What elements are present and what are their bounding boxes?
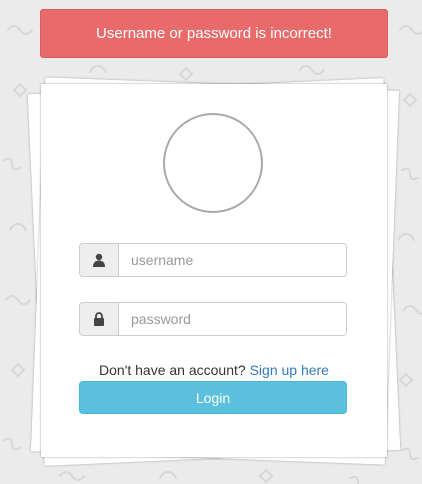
avatar-placeholder — [163, 113, 263, 213]
error-alert-message: Username or password is incorrect! — [96, 25, 332, 42]
signup-link[interactable]: Sign up here — [250, 362, 329, 378]
password-input-group — [79, 302, 347, 336]
signup-prompt-text: Don't have an account? — [99, 362, 246, 378]
login-button[interactable]: Login — [79, 381, 347, 414]
login-card: Don't have an account? Sign up here Logi… — [41, 84, 387, 457]
lock-icon — [80, 303, 119, 335]
password-input[interactable] — [119, 303, 346, 335]
error-alert: Username or password is incorrect! — [40, 9, 388, 58]
signup-prompt: Don't have an account? Sign up here — [41, 362, 387, 378]
user-icon — [80, 244, 119, 276]
username-input[interactable] — [119, 244, 346, 276]
username-input-group — [79, 243, 347, 277]
